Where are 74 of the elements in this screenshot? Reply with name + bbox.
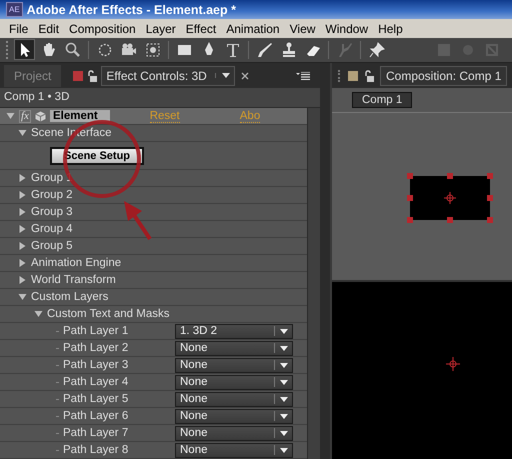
menu-item[interactable]: Edit (33, 22, 64, 36)
panel-menu-icon[interactable] (296, 72, 310, 80)
breadcrumb: Comp 1 • 3D (0, 88, 320, 108)
property-group-label: Custom Layers (31, 291, 108, 303)
annotation-arrow (122, 199, 152, 241)
collapsed-triangle-icon[interactable] (18, 174, 27, 182)
window-title: Adobe After Effects - Element.aep * (26, 2, 236, 17)
collapsed-triangle-icon[interactable] (18, 208, 27, 216)
composition-tab[interactable]: Composition: Comp 1 (380, 66, 508, 86)
collapsed-triangle-icon[interactable] (18, 225, 27, 233)
cube-icon (34, 110, 46, 122)
layer-dropdown[interactable]: None (175, 426, 293, 440)
collapsed-triangle-icon[interactable] (18, 242, 27, 250)
property-label: Path Layer 1 (63, 325, 130, 337)
layer-dropdown[interactable]: None (175, 392, 293, 406)
property-label: Path Layer 3 (63, 359, 130, 371)
unlock-icon[interactable] (87, 70, 98, 82)
expanded-triangle-icon[interactable] (6, 112, 15, 120)
menu-item[interactable]: View (284, 22, 320, 36)
app-icon: AE (6, 2, 23, 18)
property-label: Path Layer 7 (63, 427, 130, 439)
menu-item[interactable]: Composition (64, 22, 141, 36)
scrollbar[interactable] (307, 108, 320, 459)
expanded-triangle-icon[interactable] (18, 293, 27, 301)
collapsed-triangle-icon[interactable] (18, 191, 27, 199)
label-color-icon (73, 70, 84, 80)
caret-icon[interactable] (214, 73, 230, 78)
effect-name: Element (50, 110, 110, 122)
collapsed-triangle-icon[interactable] (18, 276, 27, 284)
unlock-icon[interactable] (364, 70, 374, 82)
layer-dropdown[interactable]: None (175, 374, 293, 390)
collapsed-triangle-icon[interactable] (18, 259, 27, 267)
property-group-label: Group 5 (31, 240, 73, 252)
menu-item[interactable]: Effect (180, 22, 222, 36)
caret-icon (280, 430, 288, 436)
property-label: Path Layer 6 (63, 410, 130, 422)
menu-item[interactable]: File (4, 22, 34, 36)
layer-dropdown[interactable]: None (175, 442, 293, 458)
anchor-point-icon (446, 357, 460, 371)
property-group-label: World Transform (31, 274, 116, 286)
caret-icon (280, 448, 288, 452)
effect-controls-tab[interactable]: Effect Controls: 3D (101, 66, 235, 86)
property-group-label: Group 3 (31, 206, 73, 218)
caret-icon (280, 346, 288, 350)
property-label: Path Layer 2 (63, 342, 130, 354)
select-tool-icon[interactable] (14, 39, 35, 60)
property-group-label: Animation Engine (31, 257, 122, 269)
layer-dropdown[interactable]: None (175, 358, 293, 372)
property-group-label: Group 1 (31, 172, 73, 184)
layer-dropdown[interactable]: None (175, 340, 293, 356)
property-group-label: Scene Interface (31, 127, 112, 139)
expanded-triangle-icon[interactable] (18, 129, 27, 137)
label-color-icon (348, 70, 358, 80)
property-label: Path Layer 5 (63, 393, 130, 405)
comp-button[interactable]: Comp 1 (352, 92, 412, 108)
caret-icon (280, 396, 288, 402)
property-label: Path Layer 8 (63, 444, 130, 456)
fx-badge[interactable]: fx (19, 110, 31, 122)
property-group-label: Custom Text and Masks (47, 308, 170, 320)
property-group-label: Group 4 (31, 223, 73, 235)
property-label: Path Layer 4 (63, 376, 130, 388)
caret-icon (280, 328, 288, 334)
property-group-label: Group 2 (31, 189, 73, 201)
expanded-triangle-icon[interactable] (34, 310, 43, 318)
menu-item[interactable]: Layer (140, 22, 181, 36)
menu-item[interactable]: Animation (221, 22, 285, 36)
layer-dropdown[interactable]: None (175, 408, 293, 424)
caret-icon (280, 414, 288, 418)
menu-item[interactable]: Help (373, 22, 408, 36)
caret-icon (280, 362, 288, 368)
caret-icon (280, 380, 288, 384)
close-icon[interactable] (240, 72, 249, 80)
layer-dropdown[interactable]: 1. 3D 2 (175, 324, 293, 338)
menu-item[interactable]: Window (320, 22, 374, 36)
